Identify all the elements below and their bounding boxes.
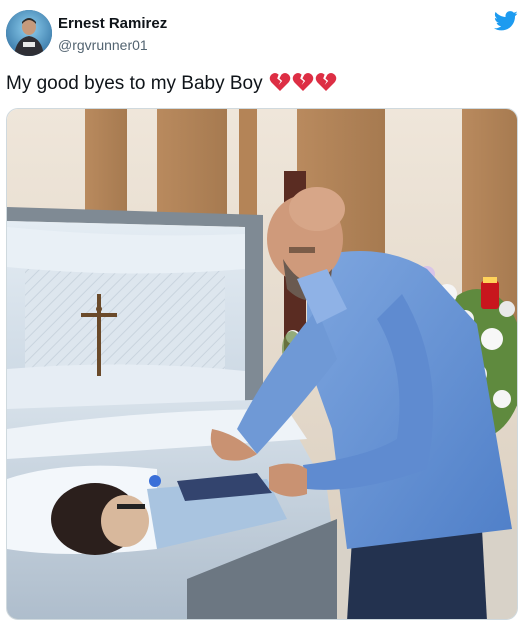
avatar[interactable]	[6, 10, 52, 56]
author-handle[interactable]: @rgvrunner01	[58, 35, 167, 55]
tweet-body: My good byes to my Baby Boy	[6, 73, 263, 94]
tweet-card: Ernest Ramirez @rgvrunner01 My good byes…	[0, 0, 524, 627]
tweet-header: Ernest Ramirez @rgvrunner01	[6, 10, 518, 60]
twitter-bird-icon[interactable]	[493, 10, 518, 32]
broken-heart-icon	[315, 72, 337, 92]
author-display-name[interactable]: Ernest Ramirez	[58, 14, 167, 34]
broken-heart-icon	[269, 72, 291, 92]
tweet-photo[interactable]	[6, 108, 518, 620]
author-block[interactable]: Ernest Ramirez @rgvrunner01	[58, 14, 167, 55]
tweet-text: My good byes to my Baby Boy	[6, 70, 506, 98]
broken-heart-icon	[292, 72, 314, 92]
